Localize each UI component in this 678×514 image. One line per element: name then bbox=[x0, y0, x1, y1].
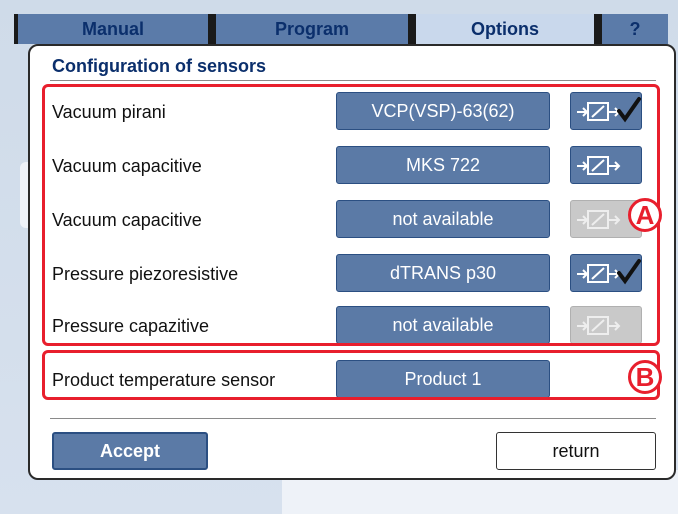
callout-a: A bbox=[628, 198, 662, 232]
tab-manual[interactable]: Manual bbox=[14, 14, 212, 44]
tab-options[interactable]: Options bbox=[412, 14, 598, 44]
accept-button[interactable]: Accept bbox=[52, 432, 208, 470]
divider bbox=[50, 418, 656, 419]
highlight-frame-a bbox=[42, 84, 660, 346]
divider bbox=[50, 80, 656, 81]
dialog-title: Configuration of sensors bbox=[52, 56, 267, 76]
highlight-frame-b bbox=[42, 350, 660, 400]
tab-program[interactable]: Program bbox=[212, 14, 412, 44]
callout-b: B bbox=[628, 360, 662, 394]
return-button[interactable]: return bbox=[496, 432, 656, 470]
tab-help[interactable]: ? bbox=[598, 14, 668, 44]
